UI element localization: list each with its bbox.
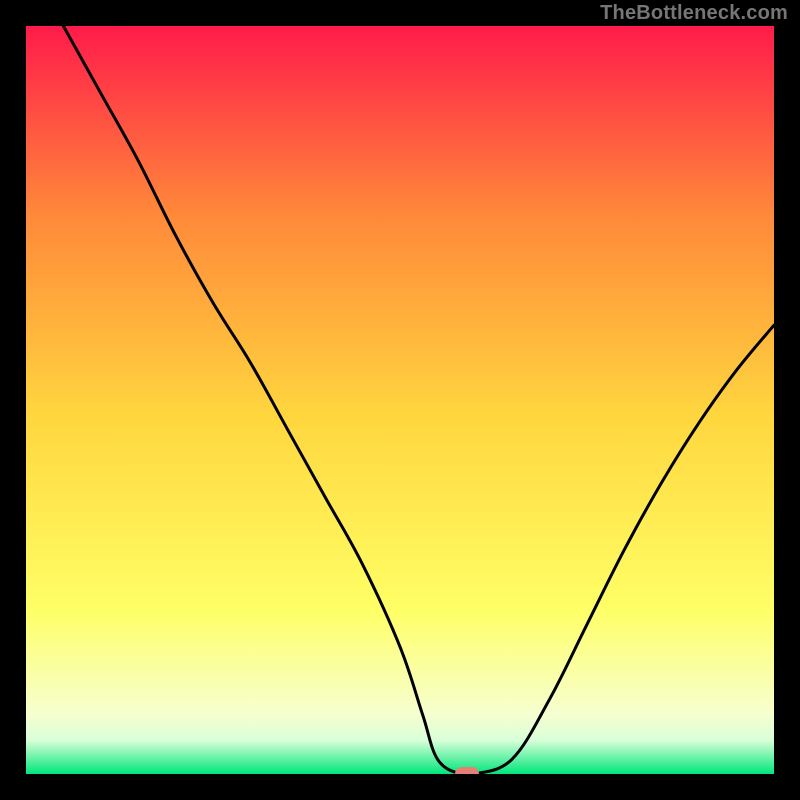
optimal-point-marker <box>455 767 479 774</box>
watermark-text: TheBottleneck.com <box>600 2 788 25</box>
plot-area <box>26 26 774 774</box>
gradient-background <box>26 26 774 774</box>
plot-svg <box>26 26 774 774</box>
chart-frame: TheBottleneck.com <box>0 0 800 800</box>
